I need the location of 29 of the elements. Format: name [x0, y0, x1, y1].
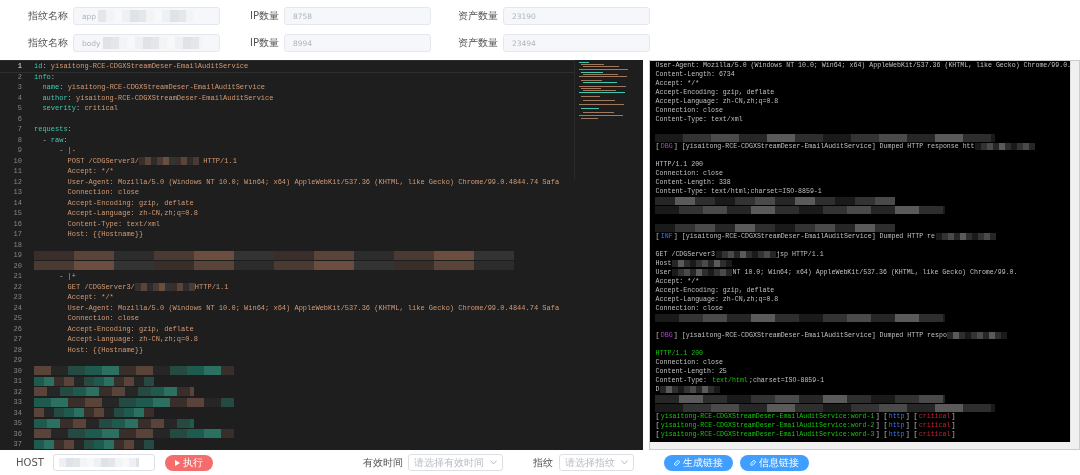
time-label: 有效时间 — [362, 455, 403, 470]
field-label: IP数量 — [250, 9, 279, 23]
time-select[interactable]: 请选择有效时间 — [407, 454, 503, 471]
mosaic-drawing — [134, 282, 195, 291]
field-label: 资产数量 — [458, 9, 498, 23]
fingerprint-label: 指纹 — [532, 455, 553, 470]
host-label: HOST — [16, 457, 44, 468]
mosaic-drawing — [672, 269, 732, 276]
link-icon — [673, 459, 680, 466]
host-field[interactable] — [52, 454, 155, 471]
scrollbar[interactable] — [1070, 61, 1079, 442]
field-label: IP数量 — [250, 36, 279, 50]
chevron-down-icon — [489, 460, 497, 465]
mosaic-drawing — [935, 233, 996, 240]
fingerprint-select[interactable]: 请选择指纹 — [558, 454, 634, 471]
mosaic-drawing — [947, 332, 1008, 339]
link-button[interactable]: 信息链接 — [739, 454, 809, 471]
play-icon — [174, 459, 180, 466]
mosaic-drawing — [715, 251, 776, 258]
scrollbar[interactable] — [650, 442, 1079, 449]
field-label: 指纹名称 — [28, 36, 68, 50]
field-label: 资产数量 — [458, 36, 498, 50]
chevron-down-icon — [620, 460, 628, 465]
mosaic-drawing — [139, 156, 200, 165]
link-button[interactable]: 生成链接 — [663, 454, 733, 471]
field-label: 指纹名称 — [28, 9, 68, 23]
run-button[interactable]: 执行 — [164, 454, 213, 471]
link-icon — [749, 459, 756, 466]
mosaic-drawing — [672, 260, 732, 267]
